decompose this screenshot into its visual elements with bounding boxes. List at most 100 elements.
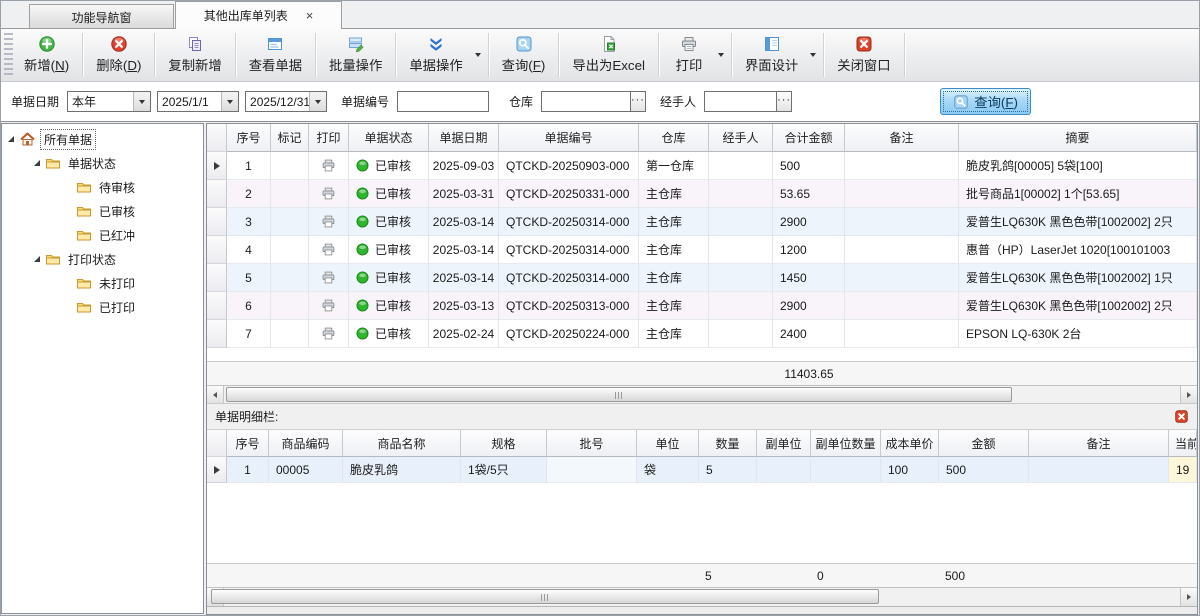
cell[interactable]: 主仓库 (639, 292, 709, 320)
cell[interactable]: 2025-03-13 (429, 292, 499, 320)
cell[interactable] (309, 292, 349, 320)
warehouse-input[interactable] (541, 91, 630, 112)
column-header[interactable]: 标记 (271, 124, 309, 152)
cell[interactable]: 主仓库 (639, 320, 709, 348)
column-header[interactable]: 打印 (309, 124, 349, 152)
batch-ops-button[interactable]: 批量操作 (318, 29, 393, 81)
cell[interactable]: 4 (227, 236, 271, 264)
cell[interactable] (709, 320, 773, 348)
cell[interactable]: 2025-03-14 (429, 208, 499, 236)
column-header[interactable]: 经手人 (709, 124, 773, 152)
cell[interactable] (309, 208, 349, 236)
cell[interactable]: 爱普生LQ630K 黑色色带[1002002] 2只 (959, 292, 1197, 320)
cell[interactable] (547, 457, 637, 483)
cell[interactable] (271, 236, 309, 264)
tab-nav-window[interactable]: 功能导航窗 (29, 4, 174, 29)
column-header[interactable]: 当前 (1169, 430, 1197, 457)
expander-icon[interactable] (8, 136, 14, 142)
detail-close-button[interactable] (1174, 409, 1189, 424)
warehouse-browse-button[interactable]: ··· (630, 91, 646, 112)
cell[interactable]: 19 (1169, 457, 1197, 483)
cell[interactable]: 惠普（HP）LaserJet 1020[100101003 (959, 236, 1197, 264)
query-button[interactable]: 查询(F) (940, 88, 1031, 115)
cell[interactable] (845, 180, 959, 208)
cell[interactable] (845, 292, 959, 320)
cell[interactable] (845, 152, 959, 180)
table-row[interactable]: 100005脆皮乳鸽1袋/5只袋510050019 (207, 457, 1197, 483)
cell[interactable]: QTCKD-20250331-000 (499, 180, 639, 208)
cell[interactable]: 已审核 (349, 208, 429, 236)
cell[interactable]: 主仓库 (639, 236, 709, 264)
cell[interactable] (271, 320, 309, 348)
cell[interactable]: 已审核 (349, 180, 429, 208)
close-window-button[interactable]: 关闭窗口 (826, 29, 901, 81)
cell[interactable] (709, 180, 773, 208)
expander-icon[interactable] (34, 256, 40, 262)
delete-button[interactable]: 删除(D) (85, 29, 152, 81)
cell[interactable]: 2025-03-14 (429, 264, 499, 292)
table-row[interactable]: 3已审核2025-03-14QTCKD-20250314-000主仓库2900爱… (207, 208, 1197, 236)
copy-add-button[interactable]: 复制新增 (157, 29, 232, 81)
table-row[interactable]: 2 已审核2025-03-31QTCKD-20250331-000主仓库 53.65… (207, 180, 1197, 208)
cell[interactable]: QTCKD-20250903-000 (499, 152, 639, 180)
cell[interactable]: 1袋/5只 (461, 457, 547, 483)
cell[interactable]: 7 (227, 320, 271, 348)
cell[interactable] (309, 264, 349, 292)
column-header[interactable]: 备注 (845, 124, 959, 152)
cell[interactable]: 批号商品1[00002] 1个[53.65] (959, 180, 1197, 208)
date-preset-select[interactable]: 本年 (67, 91, 151, 112)
column-header[interactable]: 规格 (461, 430, 547, 457)
ui-design-button[interactable]: 界面设计 (734, 29, 809, 81)
order-ops-dropdown-button[interactable] (474, 29, 486, 81)
cell[interactable]: 主仓库 (639, 264, 709, 292)
column-header[interactable]: 成本单价 (881, 430, 939, 457)
cell[interactable] (709, 264, 773, 292)
cell[interactable]: 2900 (773, 292, 845, 320)
cell[interactable]: 2025-03-14 (429, 236, 499, 264)
column-header[interactable]: 副单位 (757, 430, 811, 457)
column-header[interactable]: 单据编号 (499, 124, 639, 152)
cell[interactable]: 3 (227, 208, 271, 236)
column-header[interactable]: 金额 (939, 430, 1029, 457)
tree-node-leaf[interactable]: 待审核 (2, 175, 203, 199)
cell[interactable] (309, 180, 349, 208)
cell[interactable]: 脆皮乳鸽[00005] 5袋[100] (959, 152, 1197, 180)
cell[interactable]: QTCKD-20250314-000 (499, 208, 639, 236)
cell[interactable] (811, 457, 881, 483)
column-header[interactable]: 备注 (1029, 430, 1169, 457)
cell[interactable]: 1450 (773, 264, 845, 292)
cell[interactable]: 已审核 (349, 320, 429, 348)
handler-browse-button[interactable]: ··· (776, 91, 792, 112)
export-excel-button[interactable]: 导出为Excel (561, 29, 656, 81)
cell[interactable]: 已审核 (349, 152, 429, 180)
table-row[interactable]: 7已审核2025-02-24QTCKD-20250224-000主仓库2400E… (207, 320, 1197, 348)
print-dropdown-button[interactable] (717, 29, 729, 81)
scroll-right-button[interactable] (1180, 386, 1197, 403)
cell[interactable]: EPSON LQ-630K 2台 (959, 320, 1197, 348)
tree-node-leaf[interactable]: 已红冲 (2, 223, 203, 247)
dropdown-button[interactable] (133, 92, 150, 111)
cell[interactable]: 第一仓库 (639, 152, 709, 180)
cell[interactable]: 6 (227, 292, 271, 320)
column-header[interactable]: 合计金额 (773, 124, 845, 152)
cell[interactable]: 500 (939, 457, 1029, 483)
add-button[interactable]: 新增(N) (13, 29, 80, 81)
tree-node-leaf[interactable]: 未打印 (2, 271, 203, 295)
column-header[interactable]: 商品编码 (269, 430, 343, 457)
cell[interactable] (271, 180, 309, 208)
cell[interactable]: 1 (227, 152, 271, 180)
scrollbar-thumb[interactable] (211, 589, 879, 604)
cell[interactable]: 2 (227, 180, 271, 208)
cell[interactable]: 已审核 (349, 236, 429, 264)
cell[interactable] (709, 208, 773, 236)
cell[interactable] (271, 292, 309, 320)
cell[interactable]: 主仓库 (639, 180, 709, 208)
column-header[interactable]: 序号 (227, 430, 269, 457)
column-header[interactable]: 副单位数量 (811, 430, 881, 457)
cell[interactable] (309, 152, 349, 180)
tab-other-outbound-list[interactable]: 其他出库单列表× (175, 1, 342, 29)
cell[interactable]: 53.65 (773, 180, 845, 208)
cell[interactable]: 爱普生LQ630K 黑色色带[1002002] 2只 (959, 208, 1197, 236)
cell[interactable]: 2025-03-31 (429, 180, 499, 208)
cell[interactable]: 500 (773, 152, 845, 180)
